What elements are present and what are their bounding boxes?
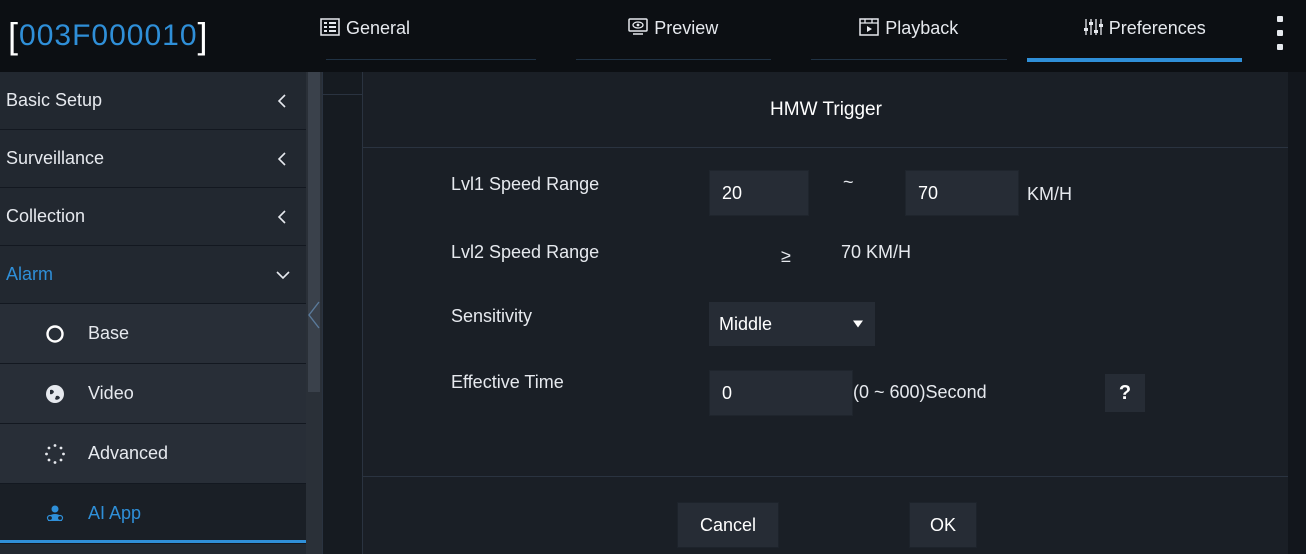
tab-underline [326,59,536,60]
tab-preferences-label: Preferences [1108,18,1206,38]
tab-playback-label: Playback [885,18,959,38]
sidebar-item-collection[interactable]: Collection [0,188,306,246]
effective-time-label: Effective Time [451,372,564,392]
help-button[interactable]: ? [1105,374,1145,412]
circle-icon [46,324,64,343]
sidebar-subitem-label: Advanced [88,443,169,463]
hmw-trigger-panel: HMW Trigger Lvl1 Speed Range 20 ~ 70 KM/… [362,72,1289,554]
top-bar: [ 003F000010 ] General Preview Playback … [0,0,1306,72]
lvl1-min-speed-input[interactable]: 20 [709,170,809,216]
people-icon [46,505,64,521]
sidebar-subitem-base[interactable]: Base [0,304,306,364]
sensitivity-label: Sensitivity [451,306,533,326]
sidebar-subitem-video[interactable]: Video [0,364,306,424]
grid-list-icon [320,18,340,36]
sidebar-item-label: Basic Setup [6,90,103,110]
sidebar-subitem-advanced[interactable]: Advanced [0,424,306,484]
sidebar-subitem-label: Base [88,323,130,343]
sidebar-item-basic-setup[interactable]: Basic Setup [0,72,306,130]
lvl2-speed-label: Lvl2 Speed Range [451,242,600,262]
ok-button[interactable]: OK [909,502,977,548]
chevron-down-icon [276,270,290,279]
gte-symbol: ≥ [781,246,791,266]
tab-general-label: General [346,18,411,38]
tab-underline [811,59,1007,60]
sidebar-item-surveillance[interactable]: Surveillance [0,130,306,188]
cancel-button[interactable]: Cancel [677,502,779,548]
caret-down-icon [853,320,863,328]
sensitivity-value: Middle [719,313,773,334]
right-gutter [1288,72,1306,554]
tab-active-indicator [1026,58,1242,62]
lvl1-max-speed-input[interactable]: 70 [905,170,1019,216]
chevron-left-icon [277,151,286,166]
tab-preferences[interactable]: Preferences [1026,0,1263,62]
kebab-dot [1277,44,1283,50]
sidebar-subitem-label: AI App [88,503,142,523]
tab-general[interactable]: General [306,0,556,62]
tab-preview[interactable]: Preview [556,0,792,62]
chevron-left-icon [277,93,286,108]
sidebar-subitem-label: Video [88,383,134,403]
effective-time-input[interactable]: 0 [709,370,853,416]
speed-unit: KM/H [1027,184,1072,204]
tab-preview-label: Preview [654,18,719,38]
scrollbar-thumb[interactable] [308,72,320,392]
effective-time-range: (0 ~ 600)Second [853,382,987,402]
film-play-icon [859,18,879,36]
bracket-left: [ [8,15,20,56]
range-separator: ~ [843,172,854,192]
main-tabs: General Preview Playback Preferences [306,0,1262,72]
device-id: [ 003F000010 ] [0,0,306,72]
lvl2-speed-value: 70 KM/H [841,242,912,262]
kebab-dot [1277,30,1283,36]
sidebar-item-label: Collection [6,206,86,226]
chevron-left-icon[interactable] [305,300,323,330]
divider [363,476,1289,477]
kebab-dot [1277,16,1283,22]
kebab-menu-icon[interactable] [1268,16,1292,50]
device-id-text: 003F000010 [19,19,198,52]
panel-title: HMW Trigger [363,72,1289,148]
sidebar: Basic Setup Surveillance Collection Alar… [0,72,306,554]
sidebar-subitem-ai-app[interactable]: AI App [0,484,306,544]
monitor-eye-icon [628,18,648,35]
sidebar-item-label: Alarm [6,264,54,284]
sidebar-item-label: Surveillance [6,148,105,168]
lvl1-speed-label: Lvl1 Speed Range [451,174,600,194]
chevron-left-icon [277,209,286,224]
divider [323,94,362,95]
collapse-strip [322,72,362,554]
dots-spinner-icon [45,443,65,464]
sensitivity-select[interactable]: Middle [709,302,875,346]
globe-icon [46,384,64,403]
tab-underline [575,59,771,60]
sidebar-item-alarm[interactable]: Alarm [0,246,306,304]
bracket-right: ] [197,15,209,56]
sliders-icon [1083,19,1103,35]
tab-playback[interactable]: Playback [791,0,1027,62]
